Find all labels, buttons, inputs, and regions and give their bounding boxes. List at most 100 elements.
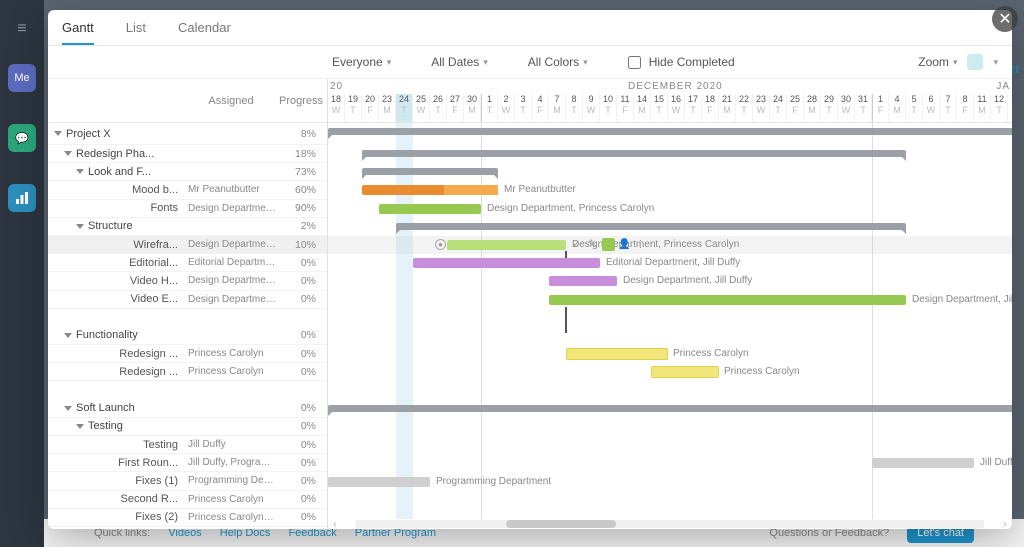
task-row[interactable]: Fixes (1)Programming Departm0% <box>48 472 327 490</box>
timeline-header: 20 DECEMBER 2020 JA 18W19T20F23M24T25W26… <box>328 79 1012 123</box>
task-row[interactable]: Redesign Pha...18% <box>48 145 327 163</box>
gantt-row[interactable]: Editorial Department, Jill Duffy <box>328 254 1012 272</box>
gantt-bar[interactable] <box>328 128 1012 135</box>
task-row[interactable]: Redesign ...Princess Carolyn0% <box>48 345 327 363</box>
gantt-row[interactable]: Princess Carolyn <box>328 345 1012 363</box>
gantt-bar[interactable]: Princess Carolyn <box>566 348 668 360</box>
task-row[interactable]: Video H...Design Department, J0% <box>48 272 327 290</box>
task-row[interactable]: Functionality0% <box>48 327 327 345</box>
sidebar-chat-icon[interactable]: 💬 <box>8 124 36 152</box>
edit-icon[interactable]: ✎ <box>586 238 599 251</box>
tab-list[interactable]: List <box>126 20 146 45</box>
month-label-jan: JA <box>996 81 1010 92</box>
day-col: 23W <box>753 94 770 122</box>
task-row[interactable]: Testing0% <box>48 418 327 436</box>
day-col: 24T <box>396 94 413 122</box>
task-row[interactable] <box>48 309 327 327</box>
day-col: 11M <box>974 94 991 122</box>
gantt-row[interactable] <box>328 418 1012 436</box>
task-row[interactable]: Second R...Princess Carolyn0% <box>48 491 327 509</box>
more-icon[interactable]: ⋮ <box>634 238 647 251</box>
gantt-row[interactable] <box>328 218 1012 236</box>
gantt-bar[interactable] <box>328 405 1012 412</box>
gantt-row[interactable] <box>328 163 1012 181</box>
gantt-row[interactable] <box>328 145 1012 163</box>
gantt-row[interactable]: Design Department, Jill Duffy <box>328 291 1012 309</box>
sidebar-analytics-icon[interactable] <box>8 184 36 212</box>
gantt-row[interactable]: Jill Duff <box>328 454 1012 472</box>
hide-completed-checkbox[interactable] <box>628 56 641 69</box>
tab-calendar[interactable]: Calendar <box>178 20 231 45</box>
gantt-row[interactable]: Design Department, Princess Carolyn ✓✎ 👤⋮ ● <box>328 236 1012 254</box>
task-row[interactable]: Soft Launch0% <box>48 400 327 418</box>
filter-dates[interactable]: All Dates▾ <box>431 55 488 69</box>
gantt-modal: Gantt List Calendar Everyone▾ All Dates▾… <box>48 10 1012 529</box>
filter-colors[interactable]: All Colors▾ <box>528 55 588 69</box>
tab-gantt[interactable]: Gantt <box>62 20 94 45</box>
chevron-down-icon[interactable]: ▾ <box>993 57 998 68</box>
user-icon[interactable]: 👤 <box>618 238 631 251</box>
bar-label: Programming Department <box>430 477 551 487</box>
zoom-dropdown[interactable]: Zoom▾ <box>918 55 957 69</box>
filter-hide-completed[interactable]: Hide Completed <box>628 55 735 69</box>
bar-toolbox[interactable]: ✓✎ 👤⋮ <box>570 237 647 251</box>
task-row[interactable]: Redesign ...Princess Carolyn0% <box>48 363 327 381</box>
bar-label: Princess Carolyn <box>667 349 749 359</box>
color-icon[interactable] <box>602 238 615 251</box>
task-row[interactable]: TestingJill Duffy0% <box>48 436 327 454</box>
gantt-row[interactable] <box>328 491 1012 509</box>
gantt-row[interactable] <box>328 400 1012 418</box>
gantt-row[interactable]: Design Department, Princess Carolyn <box>328 200 1012 218</box>
gantt-bar[interactable] <box>362 150 906 157</box>
day-col: 18F <box>702 94 719 122</box>
scroll-left-arrow[interactable]: ‹ <box>328 519 342 530</box>
task-row[interactable] <box>48 381 327 399</box>
scroll-right-arrow[interactable]: › <box>998 519 1012 530</box>
gantt-bar[interactable]: Editorial Department, Jill Duffy <box>413 258 600 268</box>
gantt-row[interactable]: Design Department, Jill Duffy <box>328 272 1012 290</box>
gantt-bar[interactable]: Design Department, Jill Duffy <box>549 276 617 286</box>
gantt-bar[interactable]: Design Department, Princess Carolyn <box>447 240 566 250</box>
gantt-row[interactable] <box>328 123 1012 145</box>
gantt-bar[interactable] <box>396 223 906 230</box>
task-row[interactable]: Editorial...Editorial Department,0% <box>48 254 327 272</box>
gantt-row[interactable] <box>328 309 1012 327</box>
gantt-row[interactable] <box>328 382 1012 400</box>
close-modal-button[interactable]: ✕ <box>992 6 1018 32</box>
day-col: 9W <box>583 94 600 122</box>
gantt-bar[interactable]: Mr Peanutbutter <box>362 185 498 195</box>
sidebar-me-icon[interactable]: Me <box>8 64 36 92</box>
filter-everyone[interactable]: Everyone▾ <box>332 55 391 69</box>
gantt-bar[interactable]: Design Department, Princess Carolyn <box>379 204 481 214</box>
gantt-row[interactable] <box>328 436 1012 454</box>
bar-label: Princess Carolyn <box>718 367 800 377</box>
gantt-row[interactable]: Mr Peanutbutter <box>328 181 1012 199</box>
gantt-row[interactable]: Programming Department <box>328 473 1012 491</box>
task-row[interactable]: Fixes (2)Princess Carolyn, Prog0% <box>48 509 327 527</box>
link-handle-icon[interactable]: ● <box>435 239 446 250</box>
task-row[interactable]: Video E...Design Department, J0% <box>48 291 327 309</box>
day-col: 8F <box>957 94 974 122</box>
day-col: 22T <box>736 94 753 122</box>
complete-icon[interactable]: ✓ <box>570 238 583 251</box>
gantt-bar[interactable]: Programming Department <box>328 477 430 487</box>
task-row[interactable]: Mood b...Mr Peanutbutter60% <box>48 181 327 199</box>
gantt-area[interactable]: Mr Peanutbutter Design Department, Prince… <box>328 123 1012 519</box>
gantt-bar[interactable]: Jill Duff <box>872 458 974 468</box>
gantt-bar[interactable]: Princess Carolyn <box>651 366 719 378</box>
task-row[interactable]: Look and F...73% <box>48 163 327 181</box>
gantt-bar[interactable] <box>362 168 498 175</box>
task-row[interactable]: Structure2% <box>48 218 327 236</box>
gantt-row[interactable] <box>328 327 1012 345</box>
task-row[interactable]: First Roun...Jill Duffy, Programmin0% <box>48 454 327 472</box>
gantt-bar[interactable]: Design Department, Jill Duffy <box>549 295 906 305</box>
gantt-row[interactable]: Princess Carolyn <box>328 363 1012 381</box>
logo-icon: ≡ <box>0 20 44 38</box>
task-row[interactable]: FontsDesign Department, P90% <box>48 200 327 218</box>
horizontal-scrollbar[interactable]: ‹ › <box>328 519 1012 529</box>
day-col: 27F <box>447 94 464 122</box>
task-row[interactable]: Project X8% <box>48 123 327 145</box>
bar-label: Editorial Department, Jill Duffy <box>600 258 740 268</box>
zoom-color-swatch[interactable] <box>967 54 983 70</box>
task-row[interactable]: ⇅Wirefra...Design Department, P10% <box>48 236 327 254</box>
